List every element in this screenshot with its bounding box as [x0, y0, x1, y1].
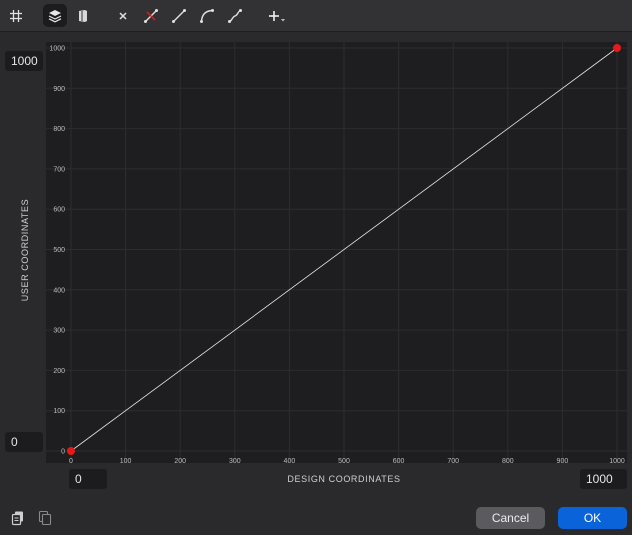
y-tick-label: 900: [53, 86, 65, 93]
x-tick-label: 600: [393, 458, 405, 465]
x-tick-label: 900: [557, 458, 569, 465]
x-tick-label: 1000: [609, 458, 625, 465]
y-tick-label: 400: [53, 287, 65, 294]
y-tick-label: 1000: [49, 46, 65, 53]
x-tick-label: 200: [174, 458, 186, 465]
control-point[interactable]: [67, 447, 75, 455]
x-axis-title: DESIGN COORDINATES: [287, 474, 401, 484]
y-axis-title-wrapper: USER COORDINATES: [5, 100, 45, 400]
design-min-field[interactable]: 0: [69, 469, 107, 489]
ok-button[interactable]: OK: [558, 507, 627, 529]
x-tick-label: 700: [447, 458, 459, 465]
y-tick-label: 700: [53, 166, 65, 173]
copy-button[interactable]: [10, 510, 26, 526]
paste-button[interactable]: [37, 510, 53, 526]
cancel-button[interactable]: Cancel: [476, 507, 545, 529]
x-tick-label: 400: [284, 458, 296, 465]
y-tick-label: 200: [53, 368, 65, 375]
design-max-field[interactable]: 1000: [580, 469, 627, 489]
x-tick-label: 100: [120, 458, 132, 465]
y-axis-title: USER COORDINATES: [20, 198, 31, 302]
control-point[interactable]: [613, 44, 621, 52]
y-tick-label: 800: [53, 126, 65, 133]
x-tick-label: 500: [338, 458, 350, 465]
paste-icon: [38, 510, 52, 526]
curve-plot[interactable]: 0 100 200 300 400 500 600 700 800 900 1000 0 100 200 3…: [0, 0, 632, 497]
y-tick-label: 0: [61, 449, 65, 456]
y-tick-label: 500: [53, 247, 65, 254]
x-tick-label: 300: [229, 458, 241, 465]
y-tick-label: 600: [53, 207, 65, 214]
x-tick-label: 800: [502, 458, 514, 465]
user-max-field[interactable]: 1000: [5, 51, 43, 71]
y-tick-label: 300: [53, 328, 65, 335]
y-tick-label: 100: [53, 408, 65, 415]
x-tick-label: 0: [69, 458, 73, 465]
user-min-field[interactable]: 0: [5, 432, 43, 452]
copy-icon: [11, 511, 23, 526]
